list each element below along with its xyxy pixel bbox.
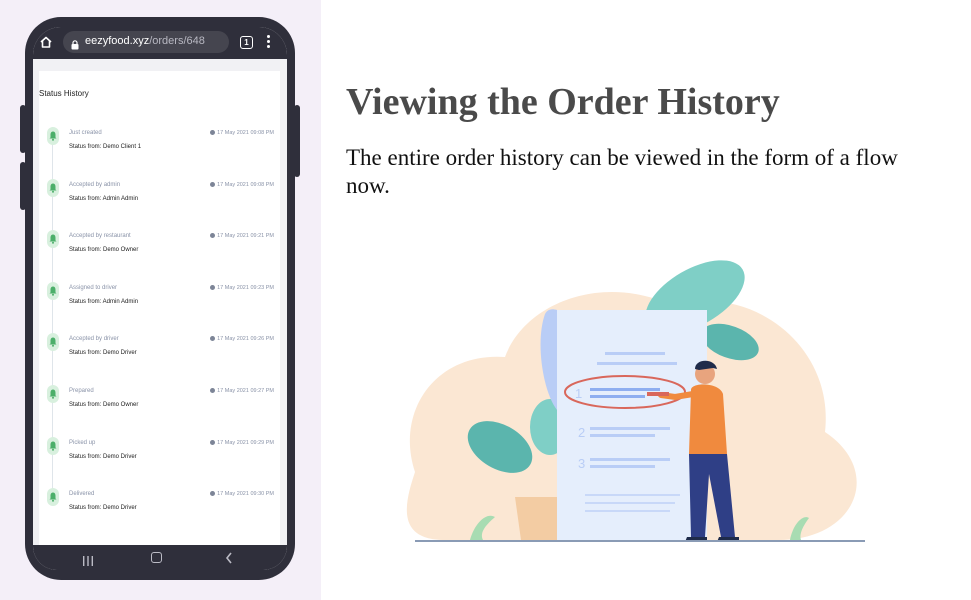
url-bar[interactable]: eezyfood.xyz/orders/648 xyxy=(63,31,229,53)
status-history-item: Accepted by restaurant Status from: Demo … xyxy=(39,230,280,270)
lock-icon xyxy=(71,37,79,55)
clock-icon xyxy=(210,491,216,497)
bell-icon xyxy=(47,230,59,249)
status-time-text: 17 May 2021 09:23 PM xyxy=(217,284,274,291)
status-history-item: Assigned to driver Status from: Admin Adm… xyxy=(39,281,280,322)
promo-description: The entire order history can be viewed i… xyxy=(346,145,898,198)
status-source: Status from: Demo Owner xyxy=(69,402,139,408)
status-label: Delivered xyxy=(69,491,95,498)
status-source: Status from: Demo Driver xyxy=(69,505,137,512)
clock-icon xyxy=(210,336,216,342)
status-timestamp: 17 May 2021 09:21 PM xyxy=(210,233,274,239)
bell-icon xyxy=(47,178,59,197)
status-label: Picked up xyxy=(69,439,96,446)
tabs-icon[interactable]: 1 xyxy=(240,36,253,49)
phone-screen: eezyfood.xyz/orders/648 1 Status History… xyxy=(33,27,287,570)
status-label: Just created xyxy=(69,130,102,136)
clock-icon xyxy=(210,181,216,187)
clock-icon xyxy=(210,284,216,290)
status-time-text: 17 May 2021 09:08 PM xyxy=(217,181,274,188)
bell-icon xyxy=(47,488,59,507)
order-history-illustration: 1 2 3 xyxy=(375,222,905,577)
status-time-text: 17 May 2021 09:27 PM xyxy=(217,388,274,394)
status-time-text: 17 May 2021 09:29 PM xyxy=(217,439,274,446)
clock-icon xyxy=(210,388,216,394)
status-history-card: Status History Just created Status from: … xyxy=(39,71,280,545)
status-label: Accepted by driver xyxy=(69,336,119,343)
status-label: Prepared xyxy=(69,388,94,394)
status-time-text: 17 May 2021 09:30 PM xyxy=(217,491,274,498)
status-history-item: Just created Status from: Demo Client 1 17… xyxy=(39,127,280,167)
url-domain: eezyfood.xyz xyxy=(85,35,150,47)
status-history-title: Status History xyxy=(39,89,89,98)
step-number: 3 xyxy=(578,456,585,471)
status-timestamp: 17 May 2021 09:30 PM xyxy=(210,491,274,497)
url-path: /orders/648 xyxy=(149,35,205,47)
status-source: Status from: Demo Driver xyxy=(69,453,137,460)
android-nav-bar xyxy=(33,545,287,570)
recent-apps-icon[interactable] xyxy=(82,553,94,570)
bell-icon xyxy=(47,127,59,145)
page-content: Status History Just created Status from: … xyxy=(33,59,287,545)
phone-volume-button xyxy=(20,105,26,153)
status-time-text: 17 May 2021 09:21 PM xyxy=(217,233,274,240)
clock-icon xyxy=(210,130,216,136)
browser-toolbar: eezyfood.xyz/orders/648 1 xyxy=(33,27,287,59)
bell-icon xyxy=(47,281,59,300)
tab-count: 1 xyxy=(244,38,249,47)
status-history-item: Prepared Status from: Demo Owner 17 May 20… xyxy=(39,385,280,425)
home-icon[interactable] xyxy=(39,35,53,54)
status-timestamp: 17 May 2021 09:26 PM xyxy=(210,336,274,342)
status-label: Accepted by admin xyxy=(69,181,121,188)
status-timestamp: 17 May 2021 09:08 PM xyxy=(210,182,274,188)
status-history-item: Delivered Status from: Demo Driver 17 May … xyxy=(39,488,280,528)
status-label: Accepted by restaurant xyxy=(69,233,131,240)
status-source: Status from: Demo Owner xyxy=(69,247,139,254)
kebab-menu-icon[interactable] xyxy=(267,35,271,50)
status-source: Status from: Demo Client 1 xyxy=(69,144,142,150)
back-icon[interactable] xyxy=(225,551,233,569)
clock-icon xyxy=(210,233,216,239)
bell-icon xyxy=(47,436,59,455)
step-number: 1 xyxy=(575,386,582,401)
bell-icon xyxy=(47,333,59,352)
url-text: eezyfood.xyz/orders/648 xyxy=(85,35,205,47)
phone-mockup: eezyfood.xyz/orders/648 1 Status History… xyxy=(20,17,300,580)
step-number: 2 xyxy=(578,425,585,440)
status-time-text: 17 May 2021 09:08 PM xyxy=(217,130,274,136)
status-source: Status from: Admin Admin xyxy=(69,195,139,202)
status-timestamp: 17 May 2021 09:23 PM xyxy=(210,285,274,291)
status-source: Status from: Admin Admin xyxy=(69,298,139,305)
status-source: Status from: Demo Driver xyxy=(69,350,137,357)
status-timestamp: 17 May 2021 09:27 PM xyxy=(210,388,274,394)
status-time-text: 17 May 2021 09:26 PM xyxy=(217,336,274,343)
status-history-item: Picked up Status from: Demo Driver 17 May … xyxy=(39,436,280,477)
phone-volume-button xyxy=(20,162,26,210)
status-history-item: Accepted by admin Status from: Admin Admi… xyxy=(39,178,280,219)
status-timestamp: 17 May 2021 09:29 PM xyxy=(210,440,274,446)
phone-power-button xyxy=(294,105,300,177)
clock-icon xyxy=(210,439,216,445)
status-timestamp: 17 May 2021 09:08 PM xyxy=(210,130,274,136)
bell-icon xyxy=(47,385,59,403)
home-circle-icon[interactable] xyxy=(151,552,162,563)
status-label: Assigned to driver xyxy=(69,284,118,291)
promo-title: Viewing the Order History xyxy=(346,81,780,123)
status-history-item: Accepted by driver Status from: Demo Driv… xyxy=(39,333,280,373)
